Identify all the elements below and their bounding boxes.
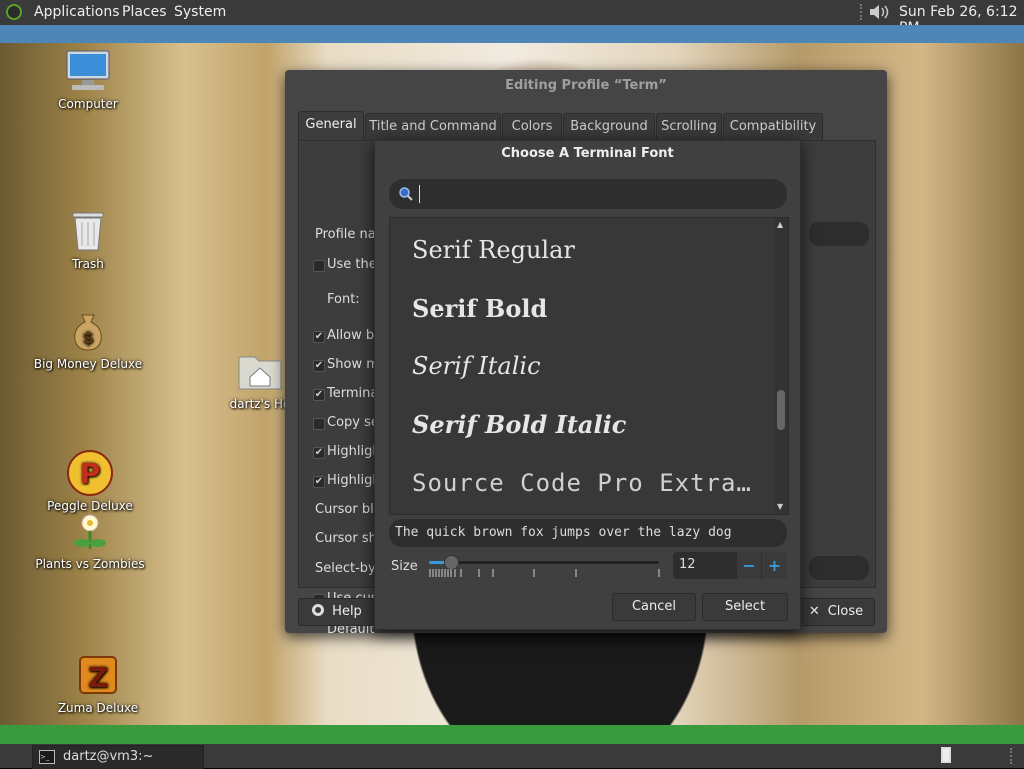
zuma-icon: Z bbox=[74, 651, 122, 699]
desktop-icon-label: Plants vs Zombies bbox=[35, 557, 145, 571]
scrollbar-thumb[interactable] bbox=[777, 390, 785, 430]
size-increase-button[interactable]: + bbox=[762, 552, 787, 579]
volume-icon[interactable] bbox=[868, 3, 890, 21]
slider-knob[interactable] bbox=[444, 555, 459, 570]
font-item-serif-bold-italic[interactable]: Serif Bold Italic bbox=[412, 410, 626, 439]
show-desktop-icon[interactable] bbox=[941, 747, 951, 763]
search-icon bbox=[398, 186, 414, 202]
desktop-icon-label: Big Money Deluxe bbox=[33, 357, 143, 371]
top-color-strip bbox=[0, 25, 1024, 43]
font-chooser-title: Choose A Terminal Font bbox=[501, 146, 674, 161]
close-icon: ✕ bbox=[808, 604, 820, 619]
font-chooser-dialog: Choose A Terminal Font Serif Regular Ser… bbox=[374, 140, 801, 630]
font-label: Font: bbox=[327, 292, 360, 307]
font-item-source-code-pro[interactable]: Source Code Pro Extra… bbox=[412, 469, 752, 497]
copy-selection-checkbox[interactable] bbox=[313, 418, 325, 430]
cancel-button[interactable]: Cancel bbox=[612, 593, 696, 621]
tab-scrolling[interactable]: Scrolling bbox=[656, 113, 722, 140]
search-input[interactable] bbox=[419, 185, 423, 203]
desktop-icon-trash[interactable]: Trash bbox=[28, 207, 148, 271]
font-preview-field[interactable]: The quick brown fox jumps over the lazy … bbox=[389, 519, 787, 547]
home-folder-icon bbox=[236, 347, 284, 395]
copy-selection-label: Copy se bbox=[327, 415, 379, 430]
allow-bold-checkbox[interactable]: ✔ bbox=[313, 331, 325, 343]
help-label: Help bbox=[332, 604, 362, 619]
top-panel: Applications Places System Sun Feb 26, 6… bbox=[0, 0, 1024, 36]
svg-text:Z: Z bbox=[88, 661, 108, 694]
applications-menu[interactable]: Applications bbox=[34, 4, 120, 20]
desktop-icon-label: Trash bbox=[72, 257, 104, 271]
distro-logo-icon[interactable] bbox=[6, 4, 22, 20]
close-button[interactable]: ✕ Close bbox=[797, 598, 875, 626]
svg-text:$: $ bbox=[82, 328, 93, 347]
plant-icon bbox=[66, 507, 114, 555]
highlight-urls-label: Highligh bbox=[327, 444, 381, 459]
bottom-color-strip bbox=[0, 725, 1024, 744]
desktop-icon-plants-vs-zombies[interactable]: Plants vs Zombies bbox=[30, 507, 150, 571]
computer-icon bbox=[64, 47, 112, 95]
system-menu[interactable]: System bbox=[174, 4, 226, 20]
highlight-urls-checkbox[interactable]: ✔ bbox=[313, 447, 325, 459]
select-by-word-field[interactable] bbox=[809, 556, 869, 580]
size-spin-field[interactable]: 12 − + bbox=[673, 552, 787, 579]
font-list[interactable]: Serif Regular Serif Bold Serif Italic Se… bbox=[389, 217, 789, 515]
font-item-serif-regular[interactable]: Serif Regular bbox=[412, 236, 575, 264]
panel-separator bbox=[860, 4, 864, 20]
highlight-paths-checkbox[interactable]: ✔ bbox=[313, 476, 325, 488]
svg-text:P: P bbox=[80, 457, 101, 490]
highlight-paths-label: Highligh bbox=[327, 473, 381, 488]
scroll-up-arrow-icon[interactable]: ▲ bbox=[777, 220, 783, 229]
desktop-icon-label: Computer bbox=[58, 97, 118, 111]
money-bag-icon: $ bbox=[64, 307, 112, 355]
tab-title-and-command[interactable]: Title and Command bbox=[365, 113, 501, 140]
panel-separator bbox=[1010, 748, 1014, 764]
size-decrease-button[interactable]: − bbox=[737, 552, 761, 579]
font-item-serif-italic[interactable]: Serif Italic bbox=[412, 352, 541, 380]
close-label: Close bbox=[827, 604, 864, 619]
profile-name-field[interactable] bbox=[809, 222, 869, 246]
slider-ticks bbox=[429, 569, 660, 577]
trash-icon bbox=[64, 207, 112, 255]
scroll-down-arrow-icon[interactable]: ▼ bbox=[777, 502, 783, 511]
terminal-bell-checkbox[interactable]: ✔ bbox=[313, 389, 325, 401]
desktop-icon-big-money[interactable]: $ Big Money Deluxe bbox=[28, 307, 148, 371]
peggle-icon: P bbox=[66, 449, 114, 497]
tab-background[interactable]: Background bbox=[563, 113, 655, 140]
font-search-field[interactable] bbox=[389, 179, 787, 209]
size-slider[interactable] bbox=[429, 555, 661, 581]
desktop-icon-label: Zuma Deluxe bbox=[57, 701, 139, 715]
help-button[interactable]: Help bbox=[298, 598, 376, 626]
dialog-title: Editing Profile “Term” bbox=[505, 78, 667, 93]
size-value[interactable]: 12 bbox=[679, 557, 696, 572]
tab-colors[interactable]: Colors bbox=[502, 113, 562, 140]
size-label: Size bbox=[391, 559, 418, 574]
slider-trough bbox=[429, 561, 659, 564]
taskbar-window-label: dartz@vm3:~ bbox=[63, 749, 154, 764]
font-item-serif-bold[interactable]: Serif Bold bbox=[412, 294, 547, 323]
taskbar-terminal-button[interactable]: >_ dartz@vm3:~ bbox=[32, 745, 204, 769]
profile-name-label: Profile nar bbox=[315, 227, 382, 242]
show-menubar-checkbox[interactable]: ✔ bbox=[313, 360, 325, 372]
desktop-icon-peggle[interactable]: P Peggle Deluxe bbox=[30, 449, 150, 513]
places-menu[interactable]: Places bbox=[122, 4, 167, 20]
select-by-word-label: Select-by- bbox=[315, 561, 381, 576]
desktop-icon-zuma[interactable]: Z Zuma Deluxe bbox=[38, 651, 158, 715]
use-system-font-label: Use the bbox=[327, 257, 377, 272]
font-list-scrollbar[interactable]: ▲ ▼ bbox=[774, 218, 788, 514]
desktop-icon-computer[interactable]: Computer bbox=[28, 47, 148, 111]
bottom-panel: >_ dartz@vm3:~ bbox=[0, 744, 1024, 769]
use-system-font-checkbox[interactable] bbox=[313, 260, 325, 272]
tab-compatibility[interactable]: Compatibility bbox=[723, 113, 823, 140]
tab-general[interactable]: General bbox=[298, 111, 364, 140]
select-button[interactable]: Select bbox=[702, 593, 788, 621]
font-preview-text: The quick brown fox jumps over the lazy … bbox=[395, 525, 732, 540]
show-menubar-label: Show m bbox=[327, 357, 379, 372]
help-lifebuoy-icon bbox=[312, 604, 325, 616]
terminal-bell-label: Termina bbox=[327, 386, 379, 401]
terminal-icon: >_ bbox=[39, 750, 55, 764]
